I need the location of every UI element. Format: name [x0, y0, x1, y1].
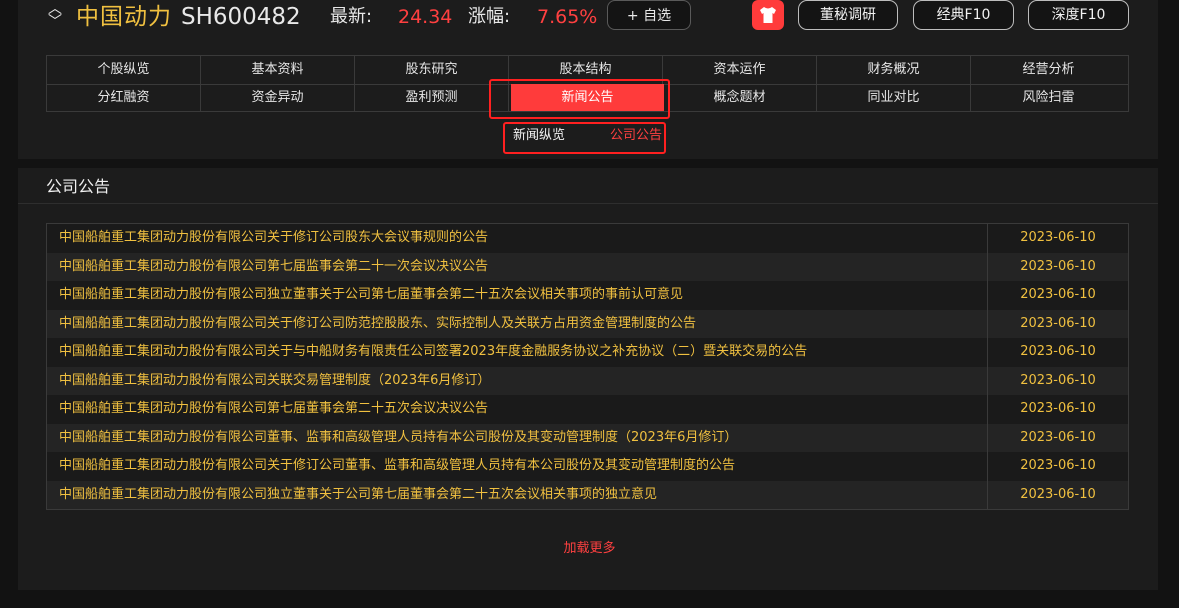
nav-item-operation-analysis[interactable]: 经营分析: [971, 56, 1126, 84]
announcement-title-link[interactable]: 中国船舶重工集团动力股份有限公司第七届监事会第二十一次会议决议公告: [59, 253, 979, 282]
announcement-table: 中国船舶重工集团动力股份有限公司关于修订公司股东大会议事规则的公告 2023-0…: [46, 223, 1129, 510]
add-watchlist-button[interactable]: + 自选: [607, 0, 691, 30]
section-title: 公司公告: [46, 177, 111, 196]
table-row[interactable]: 中国船舶重工集团动力股份有限公司董事、监事和高级管理人员持有本公司股份及其变动管…: [47, 423, 1128, 453]
stock-header: ︿ ﹀ 中国动力 SH600482 最新: 24.34 涨幅: 7.65% + …: [0, 0, 1179, 36]
section-divider: [18, 203, 1158, 204]
nav-item-basic-info[interactable]: 基本资料: [201, 56, 355, 84]
table-row[interactable]: 中国船舶重工集团动力股份有限公司关于修订公司董事、监事和高级管理人员持有本公司股…: [47, 452, 1128, 481]
classic-f10-button[interactable]: 经典F10: [913, 0, 1014, 30]
announcement-title-link[interactable]: 中国船舶重工集团动力股份有限公司关于修订公司防范控股股东、实际控制人及关联方占用…: [59, 310, 979, 339]
announcement-date: 2023-06-10: [987, 252, 1128, 281]
deep-f10-button[interactable]: 深度F10: [1028, 0, 1129, 30]
announcement-date: 2023-06-10: [987, 309, 1128, 338]
announcement-title-link[interactable]: 中国船舶重工集团动力股份有限公司关于与中船财务有限责任公司签署2023年度金融服…: [59, 338, 979, 367]
stock-name: 中国动力: [76, 4, 172, 30]
subtab-company-announcements[interactable]: 公司公告: [610, 128, 662, 144]
nav-item-concept-themes[interactable]: 概念题材: [663, 84, 817, 112]
announcement-date: 2023-06-10: [987, 366, 1128, 395]
chevron-down-icon[interactable]: ﹀: [46, 15, 64, 29]
latest-price-label: 最新:: [330, 6, 373, 27]
nav-item-fund-movement[interactable]: 资金异动: [201, 84, 355, 112]
table-row[interactable]: 中国船舶重工集团动力股份有限公司第七届监事会第二十一次会议决议公告 2023-0…: [47, 252, 1128, 282]
announcement-title-link[interactable]: 中国船舶重工集团动力股份有限公司关联交易管理制度（2023年6月修订）: [59, 367, 979, 396]
announcement-date: 2023-06-10: [987, 224, 1128, 253]
table-row[interactable]: 中国船舶重工集团动力股份有限公司独立董事关于公司第七届董事会第二十五次会议相关事…: [47, 281, 1128, 310]
table-row[interactable]: 中国船舶重工集团动力股份有限公司关于与中船财务有限责任公司签署2023年度金融服…: [47, 338, 1128, 367]
nav-item-overview[interactable]: 个股纵览: [47, 56, 201, 84]
nav-item-peer-comparison[interactable]: 同业对比: [817, 84, 971, 112]
announcement-date: 2023-06-10: [987, 281, 1128, 310]
latest-price-value: 24.34: [398, 6, 453, 28]
change-label: 涨幅:: [468, 6, 511, 27]
load-more-button[interactable]: 加载更多: [0, 540, 1179, 558]
announcement-title-link[interactable]: 中国船舶重工集团动力股份有限公司第七届董事会第二十五次会议决议公告: [59, 395, 979, 424]
announcement-date: 2023-06-10: [987, 395, 1128, 424]
nav-item-shareholder-research[interactable]: 股东研究: [355, 56, 509, 84]
stock-code: SH600482: [181, 4, 301, 30]
active-tab-highlight: [489, 79, 670, 119]
board-secretary-research-button[interactable]: 董秘调研: [798, 0, 898, 30]
change-value: 7.65%: [537, 6, 598, 28]
nav-item-capital-operation[interactable]: 资本运作: [663, 56, 817, 84]
table-row[interactable]: 中国船舶重工集团动力股份有限公司关联交易管理制度（2023年6月修订） 2023…: [47, 366, 1128, 396]
nav-item-financial-overview[interactable]: 财务概况: [817, 56, 971, 84]
nav-item-dividend-financing[interactable]: 分红融资: [47, 84, 201, 112]
table-row[interactable]: 中国船舶重工集团动力股份有限公司独立董事关于公司第七届董事会第二十五次会议相关事…: [47, 480, 1128, 510]
table-row[interactable]: 中国船舶重工集团动力股份有限公司关于修订公司股东大会议事规则的公告 2023-0…: [47, 224, 1128, 253]
announcement-date: 2023-06-10: [987, 423, 1128, 452]
nav-item-risk-scan[interactable]: 风险扫雷: [971, 84, 1126, 112]
theme-skin-button[interactable]: [752, 0, 784, 30]
nav-item-profit-forecast[interactable]: 盈利预测: [355, 84, 509, 112]
table-row[interactable]: 中国船舶重工集团动力股份有限公司第七届董事会第二十五次会议决议公告 2023-0…: [47, 395, 1128, 424]
shirt-icon: [760, 7, 776, 23]
announcement-title-link[interactable]: 中国船舶重工集团动力股份有限公司关于修订公司股东大会议事规则的公告: [59, 224, 979, 253]
announcement-title-link[interactable]: 中国船舶重工集团动力股份有限公司独立董事关于公司第七届董事会第二十五次会议相关事…: [59, 281, 979, 310]
announcement-date: 2023-06-10: [987, 452, 1128, 481]
subtab-news-overview[interactable]: 新闻纵览: [513, 128, 565, 144]
table-row[interactable]: 中国船舶重工集团动力股份有限公司关于修订公司防范控股股东、实际控制人及关联方占用…: [47, 309, 1128, 339]
announcement-date: 2023-06-10: [987, 480, 1128, 509]
announcement-title-link[interactable]: 中国船舶重工集团动力股份有限公司独立董事关于公司第七届董事会第二十五次会议相关事…: [59, 481, 979, 510]
announcement-title-link[interactable]: 中国船舶重工集团动力股份有限公司董事、监事和高级管理人员持有本公司股份及其变动管…: [59, 424, 979, 453]
announcement-date: 2023-06-10: [987, 338, 1128, 367]
switch-stock-arrows-icon[interactable]: ︿ ﹀: [46, 2, 64, 33]
announcement-title-link[interactable]: 中国船舶重工集团动力股份有限公司关于修订公司董事、监事和高级管理人员持有本公司股…: [59, 452, 979, 481]
